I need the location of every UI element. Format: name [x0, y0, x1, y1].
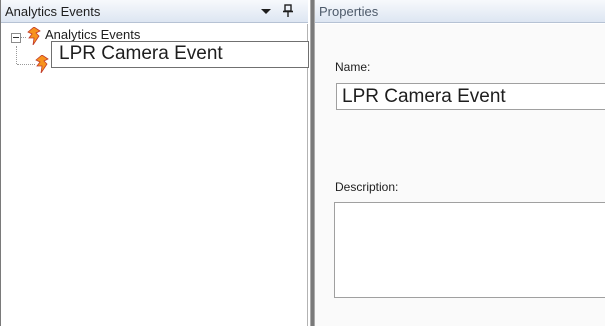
properties-title: Properties — [319, 4, 379, 19]
description-textarea[interactable] — [334, 202, 605, 298]
pin-icon[interactable] — [279, 2, 297, 20]
pane-title: Analytics Events — [5, 4, 101, 19]
collapse-toggle-icon[interactable] — [11, 33, 21, 43]
pane-header: Analytics Events — [1, 0, 308, 23]
tree-item-analytics-events[interactable]: Analytics Events — [45, 27, 140, 42]
name-label: Name: — [335, 60, 371, 74]
analytics-event-icon — [27, 27, 41, 45]
description-label: Description: — [335, 180, 399, 194]
tree-item-rename-box[interactable]: LPR Camera Event — [51, 41, 309, 68]
properties-pane: Properties Name: Description: — [315, 0, 605, 326]
event-tree: Analytics Events LPR Camera Event — [1, 24, 309, 326]
tree-connector — [17, 64, 35, 65]
tree-item-lpr-camera-event[interactable]: LPR Camera Event — [59, 43, 223, 65]
name-input[interactable] — [336, 83, 605, 110]
dropdown-arrow-icon[interactable] — [257, 2, 275, 20]
analytics-event-icon — [35, 55, 49, 73]
properties-body: Name: Description: — [315, 24, 605, 326]
tree-connector — [16, 46, 17, 64]
properties-header: Properties — [315, 0, 605, 23]
analytics-events-pane: Analytics Events Analytics Events LPR Ca… — [0, 0, 310, 326]
